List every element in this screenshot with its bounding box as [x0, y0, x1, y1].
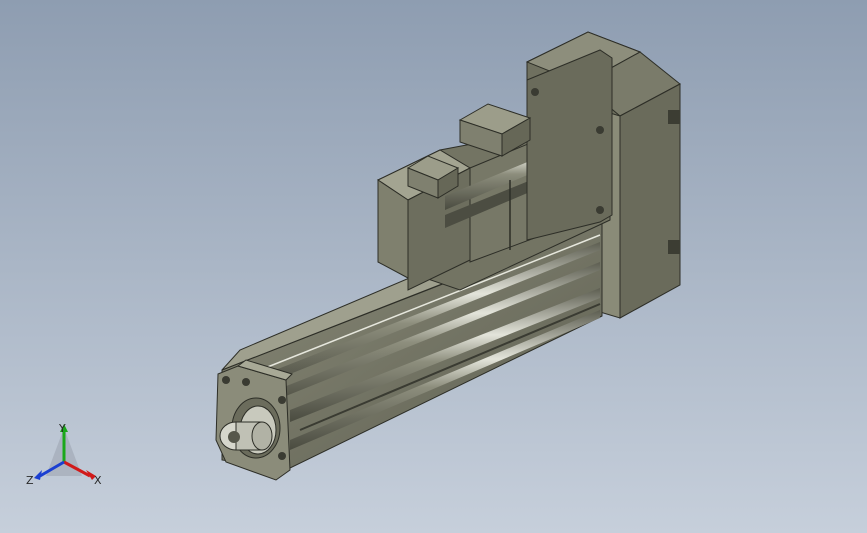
front-end-plate[interactable]	[215, 359, 293, 481]
y-axis-label: Y	[58, 422, 66, 435]
graphics-viewport[interactable]: Y X Z	[0, 0, 867, 533]
linear-actuator-model[interactable]	[0, 0, 867, 533]
x-axis-label: X	[94, 474, 102, 487]
z-axis-arrow	[34, 470, 42, 480]
z-axis-label: Z	[26, 474, 34, 487]
axis-triad[interactable]: Y X Z	[26, 420, 106, 490]
piston-rod[interactable]	[219, 421, 273, 451]
